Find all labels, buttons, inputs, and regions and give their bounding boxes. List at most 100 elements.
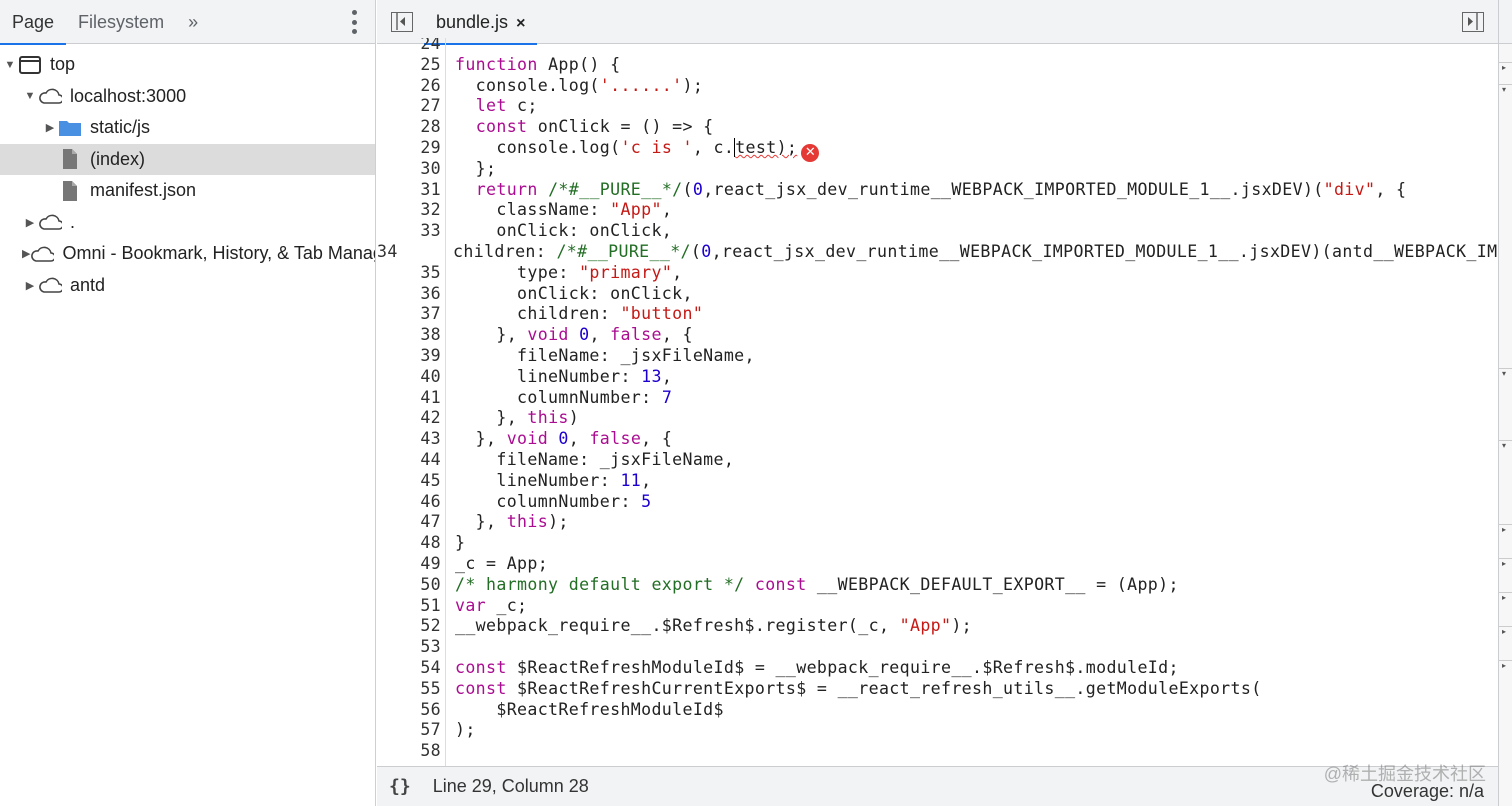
- code-token: _c = App;: [455, 553, 549, 573]
- line-number[interactable]: 52: [377, 616, 445, 637]
- file-tab-label: bundle.js: [436, 12, 509, 32]
- code-text: function App() {: [445, 55, 620, 76]
- line-number[interactable]: 47: [377, 512, 445, 533]
- tab-page[interactable]: Page: [0, 0, 67, 45]
- line-number[interactable]: 30: [377, 159, 445, 180]
- line-number[interactable]: 57: [377, 720, 445, 741]
- line-number[interactable]: 33: [377, 221, 445, 242]
- code-token: '......': [599, 75, 683, 95]
- line-number[interactable]: 37: [377, 304, 445, 325]
- tree-item[interactable]: ▶ antd: [0, 270, 375, 302]
- line-number[interactable]: 55: [377, 679, 445, 700]
- line-number[interactable]: 38: [377, 325, 445, 346]
- line-number[interactable]: 40: [377, 367, 445, 388]
- more-options-icon[interactable]: [351, 10, 357, 34]
- line-number[interactable]: 25: [377, 55, 445, 76]
- code-line: 45 lineNumber: 11,: [377, 471, 1498, 492]
- expanded-triangle-icon[interactable]: ▼: [2, 59, 18, 71]
- line-number[interactable]: 45: [377, 471, 445, 492]
- collapsed-triangle-icon[interactable]: ▶: [22, 279, 38, 292]
- code-token: );: [548, 512, 569, 532]
- code-token: 7: [661, 387, 673, 407]
- line-number[interactable]: 31: [377, 180, 445, 201]
- collapsed-section[interactable]: ▸: [1499, 558, 1512, 578]
- line-number[interactable]: 48: [377, 533, 445, 554]
- tree-item[interactable]: ▼ top: [0, 49, 375, 81]
- line-number[interactable]: 42: [377, 408, 445, 429]
- code-line: 35 type: "primary",: [377, 263, 1498, 284]
- collapsed-triangle-icon[interactable]: ▶: [42, 121, 58, 134]
- expanded-section[interactable]: ▾: [1499, 84, 1512, 104]
- code-token: children:: [455, 304, 621, 324]
- line-number[interactable]: 26: [377, 76, 445, 97]
- line-number[interactable]: 27: [377, 96, 445, 117]
- collapsed-section[interactable]: ▸: [1499, 660, 1512, 680]
- code-token: , c.: [692, 137, 735, 157]
- code-token: void: [527, 325, 569, 345]
- toggle-debugger-icon[interactable]: [1462, 12, 1484, 32]
- tree-item[interactable]: (index): [0, 143, 375, 175]
- tree-item[interactable]: ▶ static/js: [0, 112, 375, 144]
- line-number[interactable]: 50: [377, 575, 445, 596]
- code-token: (: [682, 179, 693, 199]
- pretty-print-button[interactable]: {}: [389, 776, 411, 797]
- line-number[interactable]: 29: [377, 138, 445, 159]
- code-token: this: [527, 408, 569, 428]
- collapsed-section[interactable]: ▸: [1499, 626, 1512, 646]
- line-number[interactable]: 41: [377, 388, 445, 409]
- cloud-icon: [38, 275, 62, 295]
- line-number[interactable]: 35: [377, 263, 445, 284]
- tree-item-label: static/js: [90, 117, 151, 138]
- tree-item[interactable]: ▼ localhost:3000: [0, 81, 375, 113]
- expanded-section[interactable]: ▾: [1499, 440, 1512, 460]
- code-text: const onClick = () => {: [445, 117, 714, 138]
- code-token: },: [455, 512, 507, 532]
- toggle-navigator-icon[interactable]: [391, 12, 413, 32]
- code-line: 54 const $ReactRefreshModuleId$ = __webpa…: [377, 658, 1498, 679]
- collapsed-section[interactable]: ▸: [1499, 524, 1512, 544]
- code-token: void: [506, 429, 549, 449]
- cloud-icon: [38, 212, 62, 232]
- line-number[interactable]: 49: [377, 554, 445, 575]
- line-number[interactable]: 32: [377, 200, 445, 221]
- line-number[interactable]: 51: [377, 596, 445, 617]
- code-token: columnNumber:: [455, 387, 662, 407]
- collapsed-triangle-icon[interactable]: ▶: [22, 216, 38, 229]
- tree-item[interactable]: manifest.json: [0, 175, 375, 207]
- line-number[interactable]: 28: [377, 117, 445, 138]
- code-editor[interactable]: 24 25 function App() {26 console.log('....…: [377, 38, 1498, 766]
- tree-item[interactable]: ▶.: [0, 207, 375, 239]
- line-number[interactable]: 43: [377, 429, 445, 450]
- line-number[interactable]: 36: [377, 284, 445, 305]
- code-token: const: [455, 657, 507, 677]
- collapsed-section[interactable]: ▸: [1499, 592, 1512, 612]
- line-number[interactable]: 46: [377, 492, 445, 513]
- code-text: }, void 0, false, {: [445, 429, 672, 450]
- code-text: columnNumber: 5: [445, 492, 651, 513]
- code-token: },: [455, 325, 528, 345]
- collapsed-section[interactable]: ▸: [1499, 62, 1512, 82]
- code-text: console.log('c is ', c.test); ✕: [445, 137, 820, 162]
- line-number[interactable]: 44: [377, 450, 445, 471]
- line-number[interactable]: 34: [377, 242, 402, 263]
- more-tabs-button[interactable]: »: [176, 0, 210, 44]
- code-token: /* harmony default export */: [455, 574, 745, 594]
- line-number[interactable]: 24: [377, 38, 445, 55]
- tree-item-label: localhost:3000: [70, 85, 187, 106]
- tree-item[interactable]: ▶ Omni - Bookmark, History, & Tab Manager: [0, 238, 375, 270]
- expanded-section[interactable]: ▾: [1499, 368, 1512, 388]
- close-tab-icon[interactable]: ×: [516, 15, 525, 32]
- code-token: ,: [568, 429, 590, 449]
- line-number[interactable]: 53: [377, 637, 445, 658]
- line-number[interactable]: 54: [377, 658, 445, 679]
- line-number[interactable]: 56: [377, 700, 445, 721]
- code-token: 0: [558, 429, 569, 449]
- line-number[interactable]: 39: [377, 346, 445, 367]
- collapsed-triangle-icon[interactable]: ▶: [22, 247, 30, 260]
- line-number[interactable]: 58: [377, 741, 445, 762]
- code-text: $ReactRefreshModuleId$: [445, 700, 724, 721]
- tab-filesystem[interactable]: Filesystem: [66, 0, 176, 44]
- expanded-triangle-icon[interactable]: ▼: [22, 90, 38, 102]
